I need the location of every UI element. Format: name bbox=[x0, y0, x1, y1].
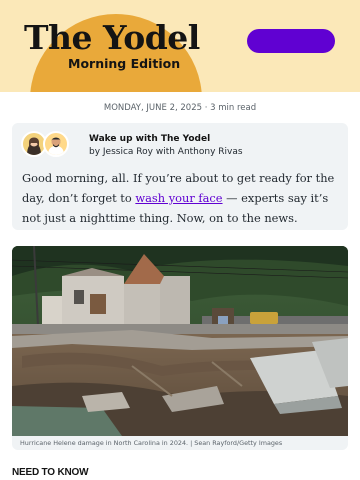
intro-text: Good morning, all. If you’re about to ge… bbox=[22, 168, 338, 228]
edition-label: Morning Edition bbox=[68, 56, 181, 71]
section-heading: NEED TO KNOW bbox=[12, 467, 89, 478]
photo-caption-bar: Hurricane Helene damage in North Carolin… bbox=[12, 436, 348, 450]
yahoo-news-logo[interactable] bbox=[247, 29, 335, 53]
photo-caption: Hurricane Helene damage in North Carolin… bbox=[20, 439, 283, 447]
author-avatar-anthony bbox=[43, 131, 69, 157]
intro-card: Wake up with The Yodel by Jessica Roy wi… bbox=[12, 123, 348, 230]
dateline: MONDAY, JUNE 2, 2025 · 3 min read bbox=[103, 103, 257, 113]
intro-heading: Wake up with The Yodel bbox=[89, 134, 211, 144]
masthead: The Yodel Morning Edition bbox=[0, 0, 360, 92]
newsletter-title: The Yodel bbox=[24, 18, 200, 57]
wash-your-face-link[interactable]: wash your face bbox=[135, 191, 222, 205]
hero-photo bbox=[12, 246, 348, 436]
author-byline: by Jessica Roy with Anthony Rivas bbox=[89, 147, 243, 157]
